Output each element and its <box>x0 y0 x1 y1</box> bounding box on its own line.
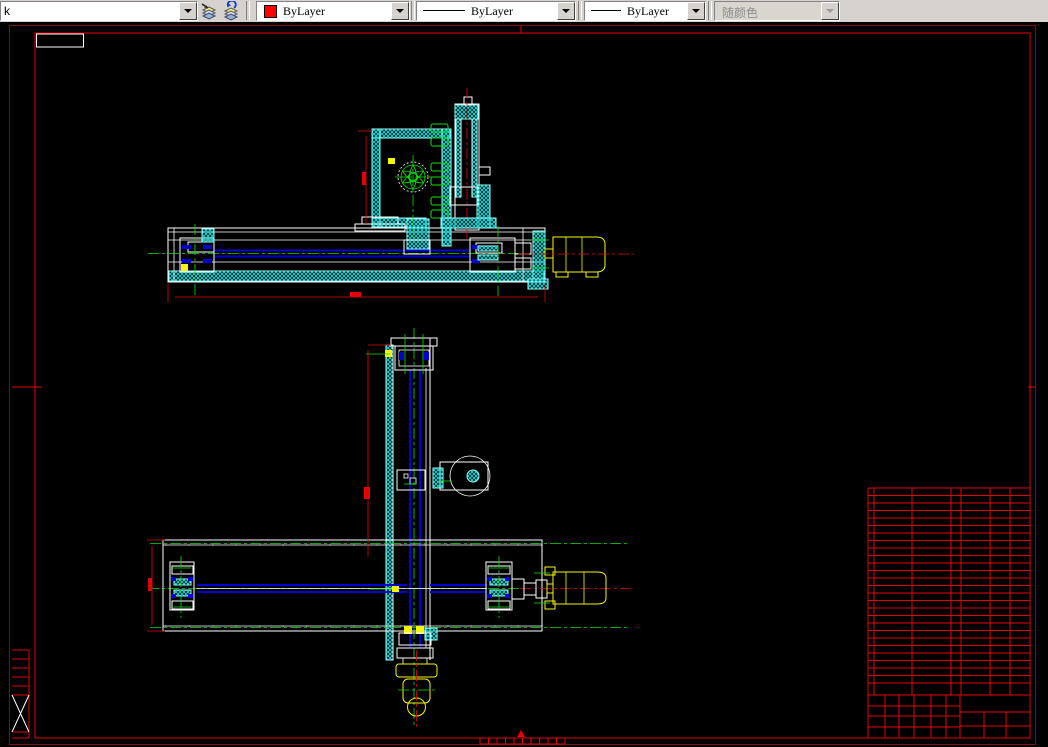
front-view <box>148 88 634 302</box>
current-color-swatch <box>264 5 277 18</box>
cross-saddle <box>370 586 438 665</box>
lineweight-combo-value: 随颜色 <box>722 6 759 20</box>
color-combo-dropdown-arrow[interactable] <box>391 2 409 20</box>
binding-margin-block <box>11 649 30 739</box>
x-axis-motor-plan <box>534 566 607 610</box>
lineweight-combo-dropdown-arrow <box>821 2 839 20</box>
toolbar-separator <box>246 1 250 20</box>
y-rail-plan <box>366 328 438 728</box>
plan-view <box>147 328 634 730</box>
object-properties-toolbar: k ByLayer ByLayer ByLayer 随颜色 <box>0 0 1048 23</box>
technical-requirements-notes <box>806 385 908 423</box>
color-combo-value: ByLayer <box>283 4 325 18</box>
layer-combo[interactable]: k <box>0 1 198 21</box>
toolbar-separator <box>708 1 712 20</box>
left-bearing-block <box>179 224 215 296</box>
layer-previous-icon <box>223 1 239 21</box>
right-bearing-block <box>469 226 549 296</box>
linetype-combo-2-dropdown-arrow[interactable] <box>687 2 705 20</box>
toolbar-separator <box>411 1 415 20</box>
layer-combo-value: k <box>4 4 10 18</box>
cad-application-window: k ByLayer ByLayer ByLayer 随颜色 <box>0 0 1048 747</box>
drawing-canvas[interactable] <box>0 22 1048 747</box>
carriage-bracket <box>354 128 452 255</box>
linetype-sample-2 <box>591 10 621 11</box>
linetype-combo[interactable]: ByLayer <box>416 1 576 21</box>
sheet-frame <box>9 25 1036 745</box>
title-block <box>867 694 1030 738</box>
comparison-scale <box>479 737 566 745</box>
lineweight-combo: 随颜色 <box>714 1 840 21</box>
toolbar-separator <box>578 1 582 20</box>
linetype-combo-value: ByLayer <box>471 4 513 18</box>
make-object-layer-current-icon <box>201 3 217 20</box>
color-combo[interactable]: ByLayer <box>256 1 410 21</box>
y-axis-motor-plan <box>432 455 491 497</box>
plan-right-bearing <box>485 556 548 618</box>
make-object-layer-current-button[interactable] <box>199 1 219 21</box>
linetype-combo-2[interactable]: ByLayer <box>584 1 706 21</box>
bom-parts-list <box>867 487 1031 696</box>
layer-combo-dropdown-arrow[interactable] <box>179 2 197 20</box>
layer-previous-button[interactable] <box>221 1 241 21</box>
plan-left-bearing <box>169 556 195 618</box>
linetype-combo-2-value: ByLayer <box>627 4 669 18</box>
linetype-sample <box>423 10 465 11</box>
linetype-combo-dropdown-arrow[interactable] <box>557 2 575 20</box>
y-end-motor <box>395 650 438 730</box>
